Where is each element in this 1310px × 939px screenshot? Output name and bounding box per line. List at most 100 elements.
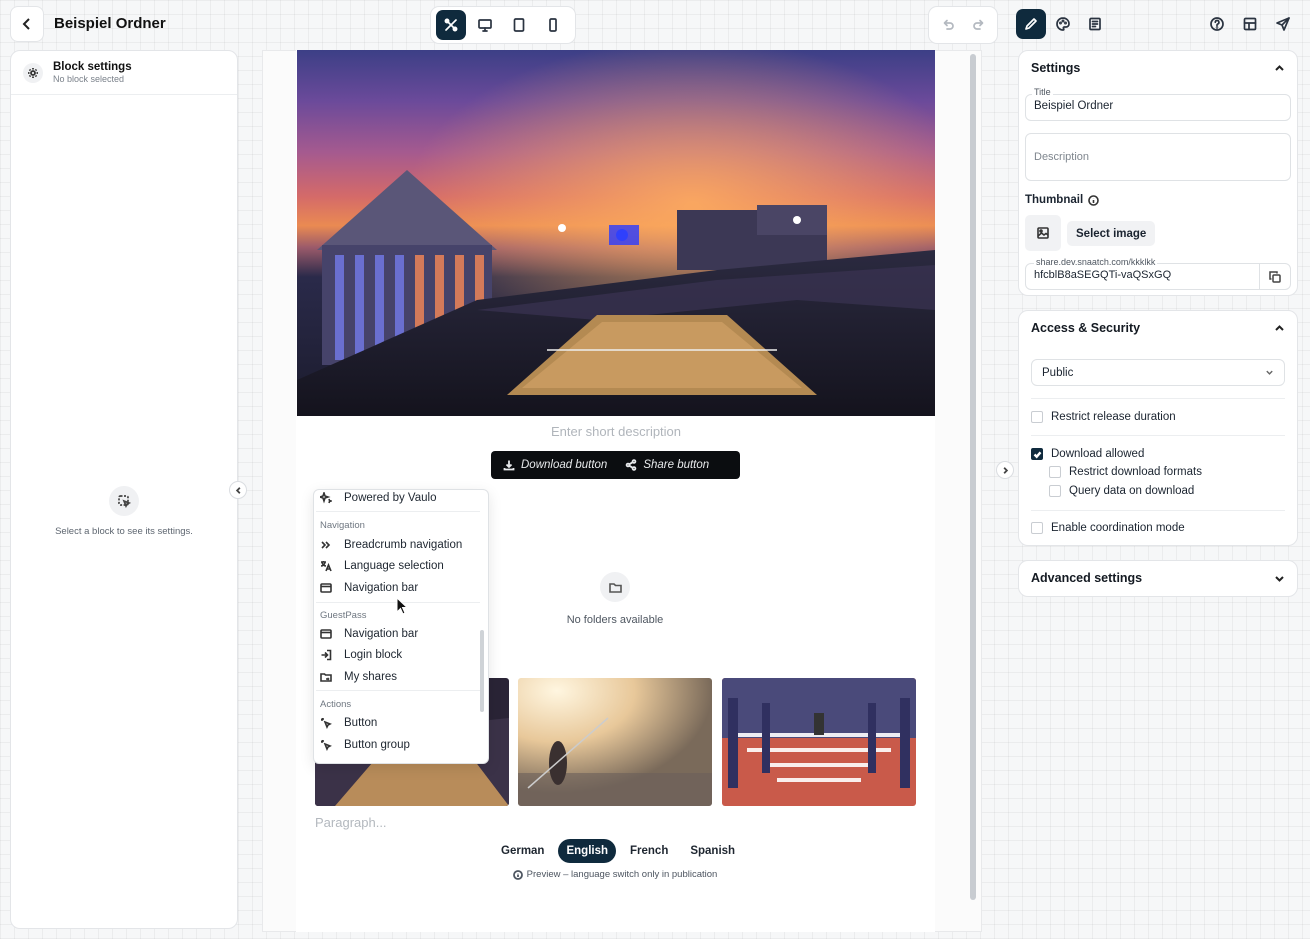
block-settings-title: Block settings (53, 61, 132, 73)
visibility-value: Public (1042, 366, 1074, 379)
desktop-view-button[interactable] (470, 10, 500, 40)
add-block-menu: Powered by Vaulo Navigation Breadcrumb n… (313, 489, 489, 764)
chevron-left-icon (235, 486, 240, 494)
tab-layers[interactable] (1080, 9, 1110, 39)
menu-item-button[interactable]: Button (320, 713, 377, 733)
menu-item-language-selection[interactable]: Language selection (320, 556, 444, 576)
title-value: Beispiel Ordner (1034, 100, 1114, 112)
language-english[interactable]: English (558, 839, 616, 863)
gallery-image-hurdles[interactable] (722, 678, 916, 806)
collapse-right-panel-button[interactable] (996, 461, 1014, 479)
settings-heading: Settings (1031, 61, 1081, 75)
language-selection-block: German English French Spanish (493, 839, 743, 863)
window-icon (320, 629, 332, 639)
copy-link-button[interactable] (1259, 264, 1290, 289)
folder-share-icon (320, 673, 332, 682)
menu-item-navigation-bar[interactable]: Navigation bar (320, 578, 418, 598)
tablet-icon (513, 18, 525, 32)
redo-button[interactable] (964, 10, 993, 40)
menu-divider (316, 690, 480, 691)
palette-icon (1056, 17, 1070, 31)
gallery-image-javelin[interactable] (518, 678, 712, 806)
menu-item-login-block[interactable]: Login block (320, 645, 402, 665)
layout-icon (1243, 17, 1257, 31)
menu-item-powered-by[interactable]: Powered by Vaulo (320, 490, 436, 508)
tools-icon (444, 18, 458, 32)
visibility-select[interactable]: Public (1031, 359, 1285, 386)
restrict-formats-checkbox[interactable] (1049, 466, 1061, 478)
info-icon (512, 869, 523, 880)
button-group-block: Download button Share button (491, 451, 740, 479)
page-title: Beispiel Ordner (54, 15, 166, 32)
restrict-formats-row[interactable]: Restrict download formats (1049, 466, 1202, 478)
download-button[interactable]: Download button (503, 459, 607, 471)
gear-icon (23, 62, 43, 83)
tablet-view-button[interactable] (504, 10, 534, 40)
monitor-icon (478, 19, 492, 32)
divider (1031, 510, 1285, 511)
restrict-release-row[interactable]: Restrict release duration (1031, 411, 1176, 423)
canvas-scrollbar[interactable] (970, 54, 976, 900)
access-security-section: Access & Security Public Restrict releas… (1018, 310, 1298, 546)
settings-header[interactable]: Settings (1031, 61, 1285, 75)
chevron-down-icon (1266, 370, 1273, 375)
redo-icon (972, 19, 983, 30)
chevron-up-icon (1275, 324, 1284, 331)
download-allowed-row[interactable]: Download allowed (1031, 448, 1144, 460)
menu-item-guest-navigation-bar[interactable]: Navigation bar (320, 624, 418, 644)
access-header[interactable]: Access & Security (1031, 321, 1285, 335)
publish-button[interactable] (1268, 9, 1298, 39)
language-spanish[interactable]: Spanish (682, 839, 743, 863)
sparkles-icon (320, 492, 332, 504)
menu-scrollbar[interactable] (480, 630, 484, 712)
thumbnail-label: Thumbnail (1025, 194, 1099, 206)
empty-state-text: Select a block to see its settings. (55, 526, 193, 537)
download-icon (503, 460, 515, 471)
query-data-row[interactable]: Query data on download (1049, 485, 1194, 497)
back-button[interactable] (10, 6, 44, 42)
help-circle-icon (1210, 17, 1224, 31)
share-button[interactable]: Share button (625, 459, 709, 471)
paragraph-placeholder[interactable]: Paragraph... (315, 815, 387, 830)
hero-image[interactable] (297, 50, 935, 416)
download-allowed-checkbox[interactable] (1031, 448, 1043, 460)
select-image-button[interactable]: Select image (1067, 221, 1156, 246)
description-placeholder: Description (1034, 151, 1090, 163)
restrict-release-checkbox[interactable] (1031, 411, 1043, 423)
send-icon (1276, 17, 1290, 31)
image-icon (1037, 227, 1049, 239)
folder-icon (600, 572, 630, 602)
menu-item-breadcrumb[interactable]: Breadcrumb navigation (320, 535, 462, 555)
window-icon (320, 583, 332, 593)
preview-note-text: Preview – language switch only in public… (526, 869, 718, 880)
help-button[interactable] (1202, 9, 1232, 39)
title-label: Title (1032, 87, 1053, 97)
query-data-checkbox[interactable] (1049, 485, 1061, 497)
share-link-label: share.dev.snaatch.com/kkklkk (1034, 257, 1158, 267)
coordination-checkbox[interactable] (1031, 522, 1043, 534)
chevron-left-icon (22, 18, 30, 30)
advanced-header[interactable]: Advanced settings (1031, 571, 1285, 585)
coordination-row[interactable]: Enable coordination mode (1031, 522, 1185, 534)
advanced-settings-section[interactable]: Advanced settings (1018, 560, 1298, 597)
language-german[interactable]: German (493, 839, 552, 863)
chevron-right-icon (1003, 466, 1008, 474)
mobile-view-button[interactable] (538, 10, 568, 40)
tab-content[interactable] (1016, 9, 1046, 39)
collapse-left-panel-button[interactable] (229, 481, 247, 499)
tab-design[interactable] (1048, 9, 1078, 39)
thumbnail-preview[interactable] (1025, 215, 1061, 251)
menu-item-button-group[interactable]: Button group (320, 735, 410, 755)
menu-item-my-shares[interactable]: My shares (320, 667, 397, 687)
short-description-placeholder[interactable]: Enter short description (297, 424, 935, 439)
share-link-value: hfcblB8aSEGQTi-vaQSxGQ (1034, 269, 1172, 281)
info-icon[interactable] (1088, 194, 1099, 206)
block-settings-panel: Block settings No block selected Select … (10, 50, 238, 929)
layout-button[interactable] (1235, 9, 1265, 39)
menu-heading-guestpass: GuestPass (320, 610, 367, 621)
mouse-cursor-icon (396, 597, 409, 615)
undo-button[interactable] (933, 10, 962, 40)
edit-mode-button[interactable] (436, 10, 466, 40)
advanced-heading: Advanced settings (1031, 571, 1143, 585)
language-french[interactable]: French (622, 839, 676, 863)
